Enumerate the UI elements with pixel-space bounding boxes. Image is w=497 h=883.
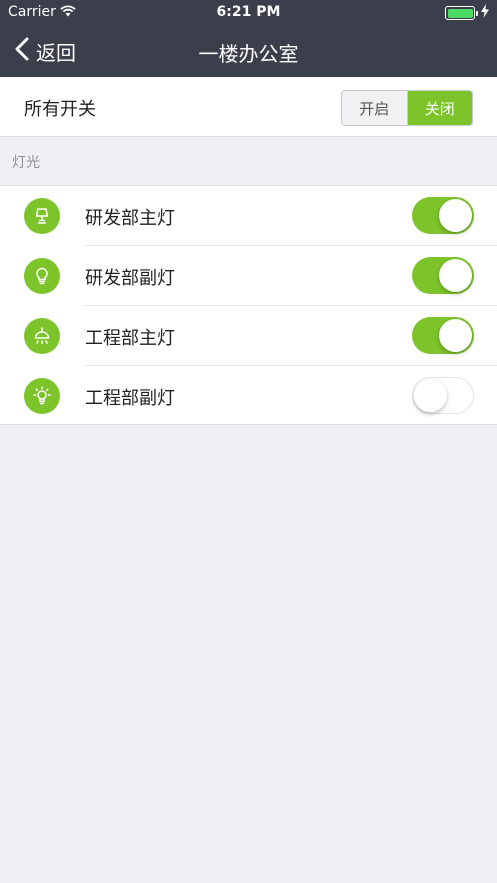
desk-lamp-icon	[24, 198, 60, 234]
navigation-bar: 返回 一楼办公室	[0, 26, 497, 77]
lights-list: 研发部主灯 研发部副灯 工程部主灯 工程部副灯	[0, 185, 497, 425]
toggle-knob	[414, 378, 447, 412]
bright-bulb-icon	[24, 378, 60, 414]
all-switch-segmented-control: 开启 关闭	[341, 90, 473, 126]
all-switch-label: 所有开关	[24, 99, 96, 120]
battery-icon	[445, 6, 478, 20]
light-label: 研发部副灯	[85, 268, 175, 289]
toggle-knob	[439, 199, 472, 232]
light-label: 工程部主灯	[85, 328, 175, 349]
top-bar: Carrier 6:21 PM 返回 一楼办公室	[0, 0, 497, 77]
light-toggle[interactable]	[412, 257, 474, 294]
all-on-segment[interactable]: 开启	[342, 91, 408, 125]
toggle-knob	[439, 319, 472, 352]
list-item: 研发部主灯	[0, 186, 497, 246]
light-toggle[interactable]	[412, 377, 474, 414]
light-label: 研发部主灯	[85, 208, 175, 229]
status-time: 6:21 PM	[216, 4, 281, 20]
list-item: 工程部主灯	[0, 306, 497, 366]
all-off-segment[interactable]: 关闭	[407, 91, 472, 125]
toggle-knob	[439, 259, 472, 292]
status-bar: Carrier 6:21 PM	[0, 0, 497, 26]
light-toggle[interactable]	[412, 317, 474, 354]
light-toggle[interactable]	[412, 197, 474, 234]
list-item: 研发部副灯	[0, 246, 497, 306]
charging-icon	[481, 4, 489, 22]
section-header-lights: 灯光	[12, 155, 40, 171]
ceiling-lamp-icon	[24, 318, 60, 354]
light-bulb-icon	[24, 258, 60, 294]
all-switch-row: 所有开关 开启 关闭	[0, 77, 497, 137]
page-title: 一楼办公室	[198, 42, 299, 66]
list-item: 工程部副灯	[0, 366, 497, 426]
light-label: 工程部副灯	[85, 388, 175, 409]
